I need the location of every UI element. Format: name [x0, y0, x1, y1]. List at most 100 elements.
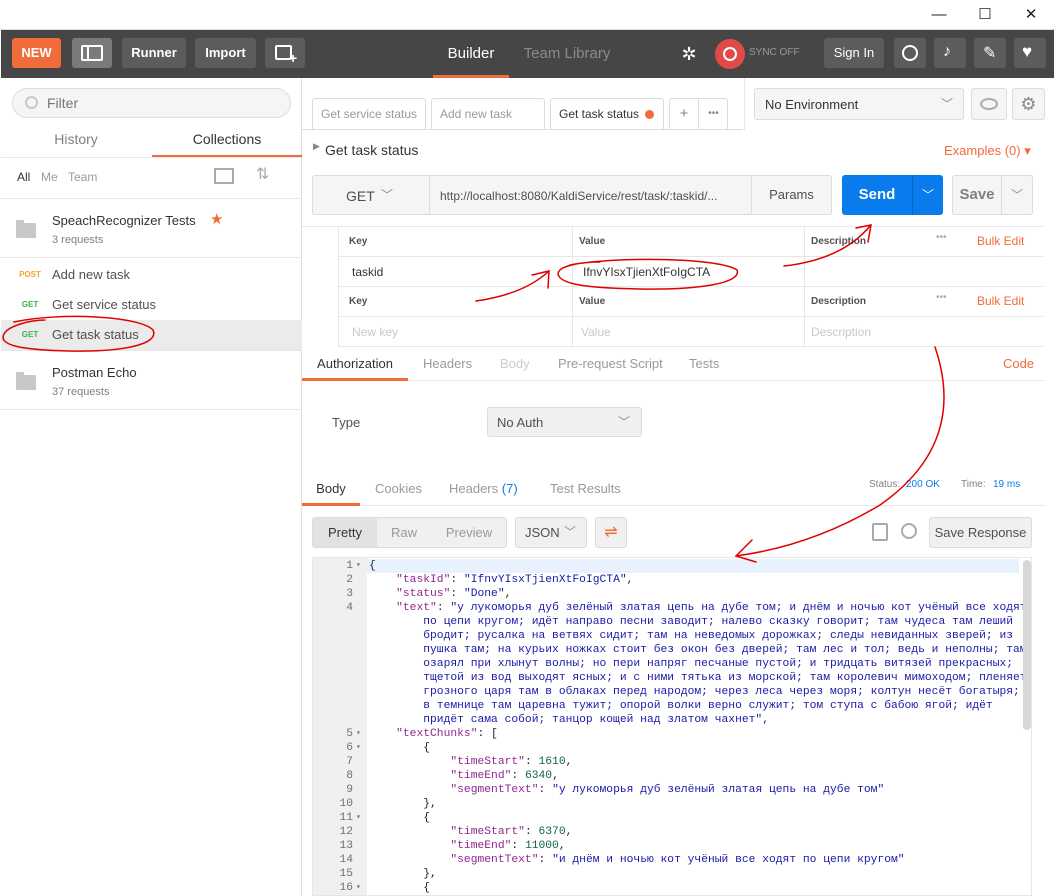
tab-tests[interactable]: Tests [689, 349, 719, 379]
tab-collections[interactable]: Collections [152, 128, 302, 158]
globe-icon [902, 45, 918, 61]
tab-label: Get task status [559, 107, 640, 121]
request-get-task-status[interactable]: GET Get task status [1, 320, 302, 350]
request-title: Get task status [325, 142, 419, 158]
copy-icon[interactable] [872, 523, 888, 541]
fold-icon[interactable]: ▾ [356, 559, 366, 573]
tab-team-library[interactable]: Team Library [516, 30, 618, 78]
new-description-input[interactable]: Description [805, 317, 1043, 347]
notifications-button[interactable]: ♪ [934, 38, 966, 68]
folder-icon [16, 220, 36, 238]
code-link[interactable]: Code [1003, 349, 1034, 379]
filter-all[interactable]: All [17, 170, 30, 184]
url-input[interactable]: http://localhost:8080/KaldiService/rest/… [429, 175, 752, 215]
line-number: 16 [339, 882, 353, 894]
tab-headers[interactable]: Headers [423, 349, 472, 379]
path-var-key[interactable]: taskid [339, 257, 573, 287]
chevron-down-icon: ﹀ [1010, 188, 1023, 202]
filter-box[interactable] [12, 88, 291, 118]
line-code: "timeStart": 6370, [450, 826, 573, 838]
bulk-edit-link[interactable]: Bulk Edit [977, 234, 1024, 248]
globe-button[interactable] [894, 38, 926, 68]
manage-environments-button[interactable]: ⚙ [1012, 88, 1045, 120]
fold-icon[interactable]: ▾ [356, 741, 366, 755]
send-options-button[interactable]: ﹀ [912, 175, 943, 215]
collection-postman-echo[interactable]: Postman Echo 37 requests [1, 350, 302, 410]
filter-input[interactable] [47, 94, 277, 112]
tab-body[interactable]: Body [500, 349, 530, 379]
params-button[interactable]: Params [751, 175, 832, 215]
line-number: 11 [339, 812, 353, 824]
filter-team[interactable]: Team [68, 170, 97, 184]
more-icon[interactable]: ••• [936, 232, 947, 243]
tab-authorization[interactable]: Authorization [302, 349, 408, 381]
save-options-button[interactable]: ﹀ [1001, 175, 1033, 215]
environment-select[interactable]: No Environment ﹀ [754, 88, 964, 120]
tab-get-service-status[interactable]: Get service status [312, 98, 426, 130]
header-toolbar: NEW Runner Import + Builder Team Library… [1, 30, 1054, 78]
fold-icon[interactable]: ▾ [356, 881, 366, 895]
close-window-button[interactable]: ✕ [1008, 0, 1054, 30]
auth-type-select[interactable]: No Auth ﹀ [487, 407, 642, 437]
save-response-button[interactable]: Save Response [929, 517, 1032, 548]
interceptor-icon[interactable]: ✲ [674, 39, 704, 69]
tab-history[interactable]: History [1, 128, 151, 158]
request-add-new-task[interactable]: POST Add new task [1, 260, 302, 290]
examples-link[interactable]: Examples (0) ▾ [944, 143, 1031, 159]
tab-get-task-status[interactable]: Get task status [550, 98, 664, 130]
new-collection-icon[interactable] [214, 168, 234, 184]
runner-button[interactable]: Runner [122, 38, 186, 68]
save-button[interactable]: Save [952, 175, 1002, 215]
sort-icon[interactable]: ⇅ [256, 164, 269, 184]
tab-builder[interactable]: Builder [433, 30, 509, 78]
search-icon[interactable] [901, 523, 917, 539]
view-mode-group: Pretty Raw Preview [312, 517, 507, 548]
environment-quick-look-button[interactable] [971, 88, 1007, 120]
send-button[interactable]: Send [842, 175, 912, 215]
fold-icon[interactable]: ▾ [356, 727, 366, 741]
new-value-input[interactable]: Value [573, 317, 805, 347]
settings-button[interactable]: ✎ [974, 38, 1006, 68]
add-tab-button[interactable]: + [670, 99, 699, 129]
tab-cookies[interactable]: Cookies [375, 474, 422, 504]
more-icon[interactable]: ••• [936, 292, 947, 303]
line-code: "timeStart": 1610, [450, 756, 573, 768]
sign-in-button[interactable]: Sign In [824, 38, 884, 68]
request-get-service-status[interactable]: GET Get service status [1, 290, 302, 320]
format-select[interactable]: JSON ﹀ [515, 517, 587, 548]
minimize-button[interactable]: — [916, 0, 962, 30]
new-window-button[interactable]: + [265, 38, 305, 68]
caret-right-icon[interactable]: ▶ [313, 141, 320, 152]
status-value: 200 OK [906, 479, 940, 490]
raw-button[interactable]: Raw [377, 518, 431, 547]
path-var-value[interactable]: IfnvYIsxTjienXtFoIgCTA [573, 257, 805, 287]
star-icon[interactable]: ★ [210, 210, 223, 228]
sync-status: SYNC OFF [749, 47, 800, 58]
fold-icon[interactable]: ▾ [356, 811, 366, 825]
new-button[interactable]: NEW [12, 38, 61, 68]
tab-response-body[interactable]: Body [302, 474, 360, 506]
tab-test-results[interactable]: Test Results [550, 474, 621, 504]
tab-response-headers[interactable]: Headers (7) [449, 474, 518, 504]
method-select[interactable]: GET ﹀ [312, 175, 430, 215]
wrap-lines-button[interactable]: ⇌ [595, 517, 627, 548]
new-key-input[interactable]: New key [339, 317, 573, 347]
window-titlebar: — ☐ ✕ [0, 0, 1055, 30]
filter-me[interactable]: Me [41, 170, 58, 184]
import-button[interactable]: Import [195, 38, 256, 68]
response-body-viewer[interactable]: 1 ▾{2 "taskId": "IfnvYIsxTjienXtFoIgCTA",… [312, 557, 1032, 896]
sync-icon[interactable] [715, 39, 745, 69]
path-var-description[interactable] [805, 257, 1043, 287]
toggle-sidebar-button[interactable] [72, 38, 112, 68]
line-code: придёт сама собой; танцор кощей над злат… [369, 714, 769, 726]
collection-speachrecognizer[interactable]: SpeachRecognizer Tests ★ 3 requests [1, 198, 302, 258]
preview-button[interactable]: Preview [431, 518, 507, 547]
vertical-scrollbar[interactable] [1023, 560, 1031, 730]
tab-pre-request-script[interactable]: Pre-request Script [558, 349, 663, 379]
heart-button[interactable]: ♥ [1014, 38, 1046, 68]
bulk-edit-link[interactable]: Bulk Edit [977, 294, 1024, 308]
pretty-button[interactable]: Pretty [313, 518, 377, 547]
maximize-button[interactable]: ☐ [962, 0, 1008, 30]
tab-menu-button[interactable]: ••• [699, 99, 728, 129]
tab-add-new-task[interactable]: Add new task [431, 98, 545, 130]
